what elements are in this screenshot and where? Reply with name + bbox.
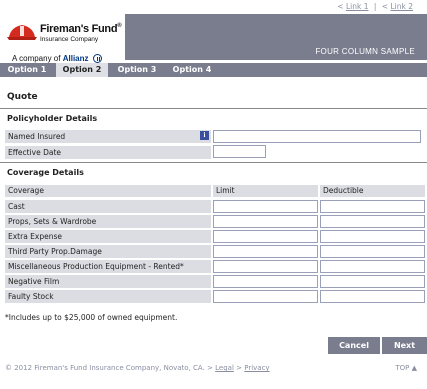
policyholder-divider: [0, 162, 427, 163]
limit-field[interactable]: [213, 215, 318, 228]
cancel-button[interactable]: Cancel: [328, 337, 380, 354]
links-separator: |: [373, 2, 377, 11]
link-1[interactable]: Link 1: [346, 2, 369, 11]
fire-helmet-icon: [7, 25, 37, 40]
deductible-field[interactable]: [320, 260, 425, 273]
utility-links: < Link 1 | < Link 2: [337, 2, 413, 11]
info-icon[interactable]: i: [200, 131, 209, 140]
deductible-field[interactable]: [320, 245, 425, 258]
privacy-link[interactable]: Privacy: [244, 364, 269, 372]
footer-separator: >: [233, 364, 245, 372]
deductible-field[interactable]: [320, 275, 425, 288]
link-2[interactable]: Link 2: [390, 2, 413, 11]
legal-link[interactable]: Legal: [215, 364, 234, 372]
limit-field[interactable]: [213, 290, 318, 303]
copyright-text: © 2012 Fireman's Fund Insurance Company,…: [5, 364, 216, 372]
next-button[interactable]: Next: [382, 337, 427, 354]
footer: © 2012 Fireman's Fund Insurance Company,…: [5, 364, 270, 372]
limit-column-header: Limit: [213, 185, 318, 197]
allianz-text: Allianz: [62, 54, 89, 63]
link-prefix-1: <: [337, 2, 344, 11]
coverage-row-label: Miscellaneous Production Equipment - Ren…: [5, 260, 211, 273]
coverage-row-label: Negative Film: [5, 275, 211, 288]
limit-field[interactable]: [213, 245, 318, 258]
coverage-column-header: Coverage: [5, 185, 211, 197]
limit-field[interactable]: [213, 230, 318, 243]
back-to-top-link[interactable]: TOP ▲: [395, 364, 417, 372]
logo-registered: ®: [117, 23, 122, 29]
coverage-row-label: Third Party Prop.Damage: [5, 245, 211, 258]
deductible-field[interactable]: [320, 215, 425, 228]
allianz-tagline: A company of Allianz: [12, 54, 102, 64]
effective-date-field[interactable]: [213, 145, 266, 158]
policyholder-heading: Policyholder Details: [7, 114, 98, 123]
footnote: *Includes up to $25,000 of owned equipme…: [5, 313, 178, 322]
header-band: Fireman's Fund® Insurance Company A comp…: [0, 14, 427, 70]
coverage-row-label: Cast: [5, 200, 211, 213]
firemans-fund-logo[interactable]: Fireman's Fund® Insurance Company A comp…: [0, 14, 125, 70]
logo-brand: Fireman's Fund®: [40, 23, 122, 35]
coverage-row-label: Extra Expense: [5, 230, 211, 243]
company-of-text: A company of: [12, 54, 61, 63]
top-strip: < Link 1 | < Link 2: [0, 0, 427, 14]
option-tabs: Option 1 Option 2 Option 3 Option 4: [0, 63, 427, 77]
title-divider: [0, 108, 427, 109]
link-prefix-2: <: [381, 2, 389, 11]
named-insured-label: Named Insured: [5, 130, 211, 143]
coverage-row-label: Props, Sets & Wardrobe: [5, 215, 211, 228]
limit-field[interactable]: [213, 260, 318, 273]
header-label: FOUR COLUMN SAMPLE: [315, 47, 415, 56]
limit-field[interactable]: [213, 200, 318, 213]
logo-subtitle: Insurance Company: [40, 36, 99, 43]
deductible-field[interactable]: [320, 230, 425, 243]
logo-brand-text: Fireman's Fund: [40, 23, 118, 35]
tab-option-1[interactable]: Option 1: [0, 63, 54, 77]
page-title: Quote: [7, 92, 38, 102]
tab-option-4[interactable]: Option 4: [164, 63, 220, 77]
named-insured-field[interactable]: [213, 130, 421, 143]
deductible-column-header: Deductible: [320, 185, 425, 197]
coverage-heading: Coverage Details: [7, 168, 84, 177]
tab-option-2[interactable]: Option 2: [56, 63, 108, 77]
tab-option-3[interactable]: Option 3: [110, 63, 164, 77]
action-bar: Cancel Next: [0, 337, 427, 354]
limit-field[interactable]: [213, 275, 318, 288]
coverage-row-label: Faulty Stock: [5, 290, 211, 303]
deductible-field[interactable]: [320, 290, 425, 303]
deductible-field[interactable]: [320, 200, 425, 213]
effective-date-label: Effective Date: [5, 146, 211, 159]
